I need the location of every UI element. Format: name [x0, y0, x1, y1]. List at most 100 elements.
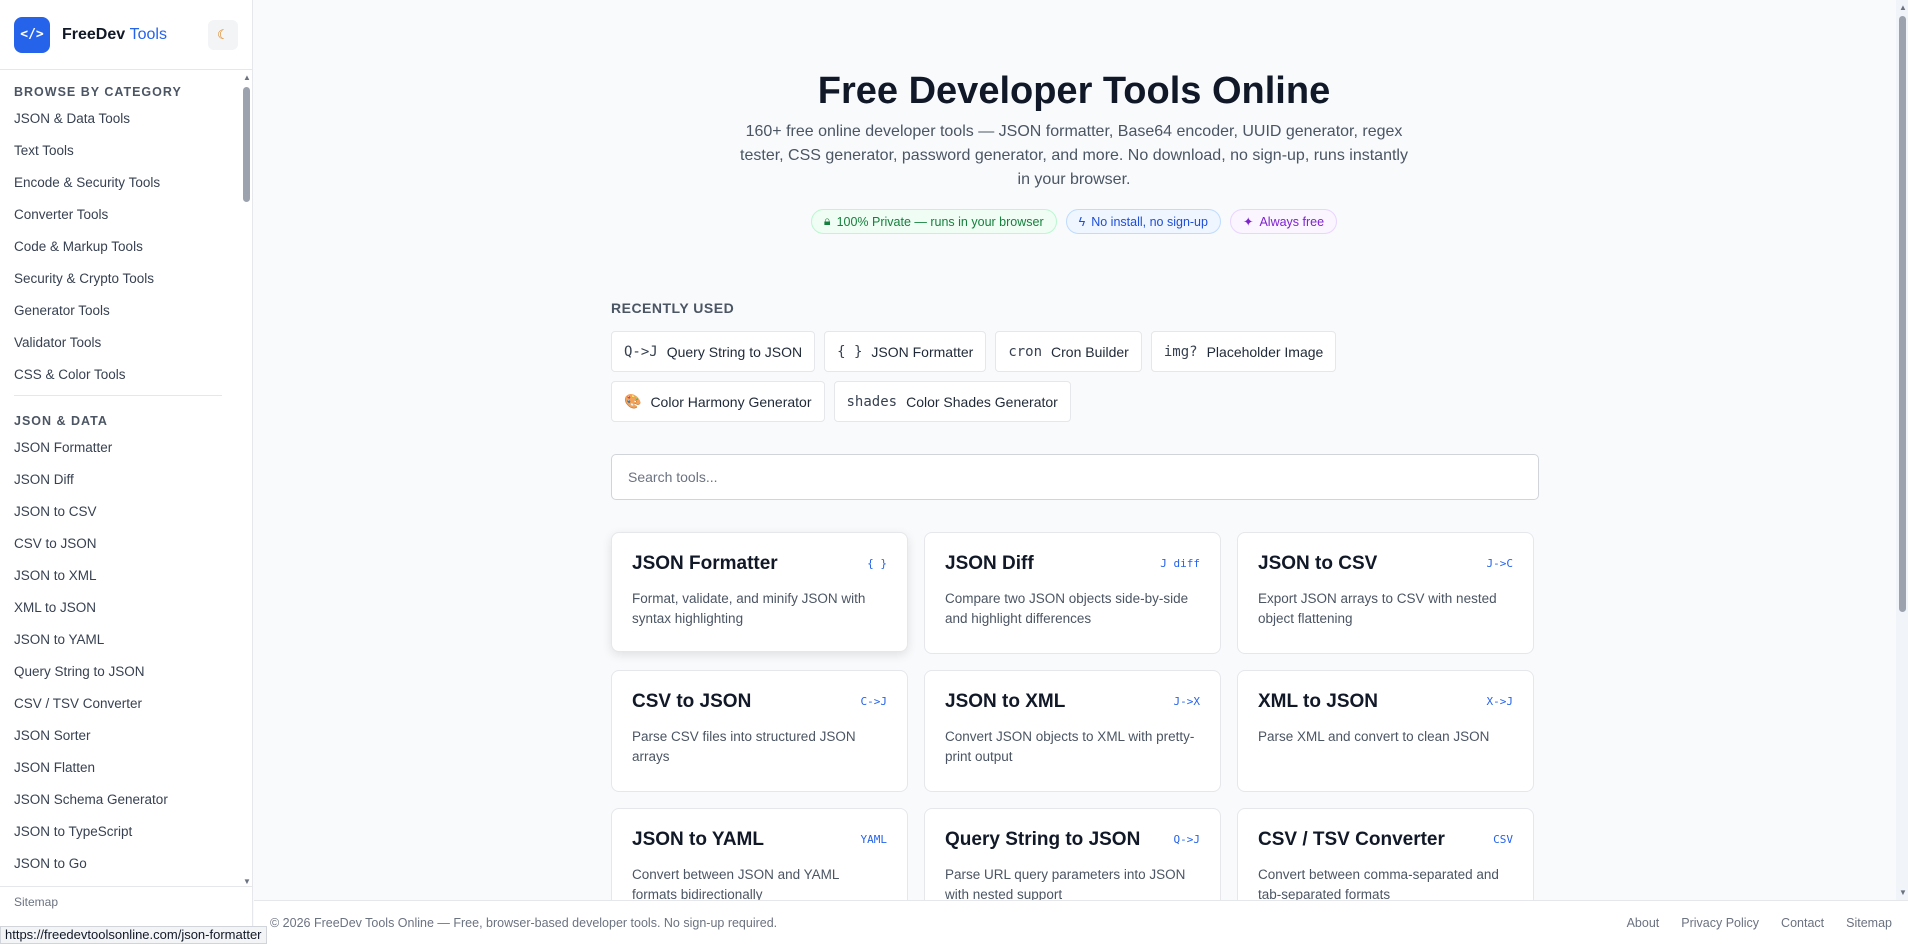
- tool-card-tag: YAML: [860, 833, 888, 846]
- tool-card-title: JSON Formatter: [632, 553, 778, 574]
- sidebar-item-json-schema-generator[interactable]: JSON Schema Generator: [14, 784, 240, 816]
- tool-card-description: Convert JSON objects to XML with pretty-…: [945, 729, 1195, 764]
- main-scrollbar-thumb[interactable]: [1899, 16, 1906, 612]
- sidebar-scrollbar[interactable]: ▲ ▼: [241, 71, 252, 886]
- sidebar-scrollbar-thumb[interactable]: [243, 87, 250, 202]
- recent-chip-query-string-to-json[interactable]: Q->J Query String to JSON: [611, 331, 816, 372]
- page-title: Free Developer Tools Online: [817, 70, 1331, 112]
- brand-name-accent: Tools: [129, 25, 167, 43]
- tool-card-tag: Q->J: [1173, 833, 1201, 846]
- tool-card-json-formatter[interactable]: JSON Formatter { } Format, validate, and…: [611, 532, 908, 652]
- sidebar-header: </> FreeDev Tools ☾: [0, 0, 252, 70]
- sidebar-item-json-to-xml[interactable]: JSON to XML: [14, 560, 240, 592]
- tool-card-description: Export JSON arrays to CSV with nested ob…: [1258, 591, 1497, 626]
- tool-card-tag: X->J: [1486, 695, 1514, 708]
- sidebar-category-code-markup[interactable]: Code & Markup Tools: [14, 231, 240, 263]
- main-scrollbar[interactable]: ▲ ▼: [1896, 0, 1908, 900]
- tool-card-tag: J->C: [1486, 557, 1514, 570]
- brand-name[interactable]: FreeDev Tools: [62, 26, 167, 44]
- badge-no-install: ϟ No install, no sign-up: [1065, 209, 1221, 234]
- badge-free-label: Always free: [1259, 214, 1325, 229]
- query-string-icon: Q->J: [624, 343, 658, 360]
- lightning-icon: ϟ: [1078, 214, 1086, 229]
- recent-chip-placeholder-image[interactable]: img? Placeholder Image: [1150, 331, 1337, 372]
- tool-card-description: Parse XML and convert to clean JSON: [1258, 729, 1490, 744]
- sidebar: </> FreeDev Tools ☾ BROWSE BY CATEGORY J…: [0, 0, 253, 944]
- recent-chip-label: Placeholder Image: [1206, 343, 1324, 360]
- feature-badges: 🔒︎ 100% Private — runs in your browser ϟ…: [254, 209, 1894, 234]
- tool-card-tag: C->J: [860, 695, 888, 708]
- recent-chip-label: JSON Formatter: [871, 343, 974, 360]
- sidebar-item-csv-to-json[interactable]: CSV to JSON: [14, 528, 240, 560]
- recent-chip-label: Cron Builder: [1051, 343, 1129, 360]
- tool-card-json-to-xml[interactable]: JSON to XML J->X Convert JSON objects to…: [924, 670, 1221, 792]
- tool-card-description: Convert between JSON and YAML formats bi…: [632, 867, 839, 902]
- tool-card-title: JSON to CSV: [1258, 553, 1378, 574]
- sidebar-divider: [14, 395, 222, 396]
- sidebar-item-query-string-to-json[interactable]: Query String to JSON: [14, 656, 240, 688]
- sidebar-category-generator[interactable]: Generator Tools: [14, 295, 240, 327]
- tool-card-xml-to-json[interactable]: XML to JSON X->J Parse XML and convert t…: [1237, 670, 1534, 792]
- tool-card-description: Compare two JSON objects side-by-side an…: [945, 591, 1189, 626]
- recent-chip-color-shades-generator[interactable]: shades Color Shades Generator: [833, 381, 1071, 422]
- sidebar-category-text[interactable]: Text Tools: [14, 135, 240, 167]
- tool-card-description: Convert between comma-separated and tab-…: [1258, 867, 1499, 902]
- footer-link-contact[interactable]: Contact: [1781, 916, 1824, 930]
- sidebar-item-json-flatten[interactable]: JSON Flatten: [14, 752, 240, 784]
- footer-link-sitemap[interactable]: Sitemap: [1846, 916, 1892, 930]
- sidebar-item-json-formatter[interactable]: JSON Formatter: [14, 432, 240, 464]
- theme-toggle-button[interactable]: ☾: [208, 19, 238, 50]
- badge-free: ✦ Always free: [1229, 209, 1338, 234]
- sidebar-item-json-diff[interactable]: JSON Diff: [14, 464, 240, 496]
- recent-chip-label: Color Shades Generator: [906, 393, 1058, 410]
- sidebar-item-xml-to-json[interactable]: XML to JSON: [14, 592, 240, 624]
- sidebar-item-csv-tsv-converter[interactable]: CSV / TSV Converter: [14, 688, 240, 720]
- cron-icon: cron: [1008, 343, 1043, 360]
- recent-chip-json-formatter[interactable]: { } JSON Formatter: [824, 331, 987, 372]
- scroll-down-arrow-icon[interactable]: ▼: [243, 877, 251, 886]
- page-subtitle: 160+ free online developer tools — JSON …: [740, 123, 1408, 188]
- tool-card-tag: CSV: [1493, 833, 1513, 846]
- recent-chip-label: Query String to JSON: [666, 343, 803, 360]
- shades-icon: shades: [846, 393, 898, 410]
- tool-card-tag: J->X: [1173, 695, 1201, 708]
- moon-icon: ☾: [217, 26, 229, 42]
- tool-card-csv-to-json[interactable]: CSV to JSON C->J Parse CSV files into st…: [611, 670, 908, 792]
- sidebar-item-json-to-yaml[interactable]: JSON to YAML: [14, 624, 240, 656]
- sidebar-category-css-color[interactable]: CSS & Color Tools: [14, 359, 240, 391]
- braces-icon: { }: [837, 343, 863, 360]
- image-icon: img?: [1163, 343, 1198, 360]
- badge-private: 🔒︎ 100% Private — runs in your browser: [810, 209, 1057, 234]
- tool-grid: JSON Formatter { } Format, validate, and…: [611, 532, 1539, 930]
- recent-chip-cron-builder[interactable]: cron Cron Builder: [995, 331, 1142, 372]
- tool-card-json-to-csv[interactable]: JSON to CSV J->C Export JSON arrays to C…: [1237, 532, 1534, 654]
- sidebar-category-encode-security[interactable]: Encode & Security Tools: [14, 167, 240, 199]
- sidebar-item-json-sorter[interactable]: JSON Sorter: [14, 720, 240, 752]
- sidebar-category-converter[interactable]: Converter Tools: [14, 199, 240, 231]
- sidebar-sitemap-link[interactable]: Sitemap: [14, 895, 58, 909]
- scroll-down-arrow-icon[interactable]: ▼: [1899, 888, 1907, 897]
- tool-card-json-diff[interactable]: JSON Diff J diff Compare two JSON object…: [924, 532, 1221, 654]
- sidebar-item-json-to-typescript[interactable]: JSON to TypeScript: [14, 816, 240, 848]
- tool-card-tag: J diff: [1160, 557, 1200, 570]
- logo-icon[interactable]: </>: [14, 16, 50, 53]
- sidebar-category-security-crypto[interactable]: Security & Crypto Tools: [14, 263, 240, 295]
- recent-chip-color-harmony-generator[interactable]: 🎨 Color Harmony Generator: [611, 381, 825, 422]
- sidebar-category-validator[interactable]: Validator Tools: [14, 327, 240, 359]
- sidebar-category-json-data[interactable]: JSON & Data Tools: [14, 103, 240, 135]
- brand-name-primary: FreeDev: [62, 25, 126, 43]
- lock-icon: 🔒︎: [823, 214, 831, 228]
- tool-card-description: Format, validate, and minify JSON with s…: [632, 591, 866, 626]
- scroll-up-arrow-icon[interactable]: ▲: [1899, 3, 1907, 12]
- tool-card-title: CSV / TSV Converter: [1258, 829, 1445, 850]
- recently-used-title: RECENTLY USED: [611, 300, 735, 316]
- footer-link-privacy-policy[interactable]: Privacy Policy: [1681, 916, 1759, 930]
- sidebar-item-json-to-csv[interactable]: JSON to CSV: [14, 496, 240, 528]
- sidebar-category-title: BROWSE BY CATEGORY: [14, 85, 182, 99]
- tool-card-title: JSON to XML: [945, 691, 1066, 712]
- scroll-up-arrow-icon[interactable]: ▲: [243, 73, 251, 82]
- footer-link-about[interactable]: About: [1627, 916, 1660, 930]
- search-input[interactable]: [611, 454, 1539, 500]
- recent-chip-label: Color Harmony Generator: [650, 393, 812, 410]
- sidebar-item-json-to-go[interactable]: JSON to Go: [14, 848, 240, 880]
